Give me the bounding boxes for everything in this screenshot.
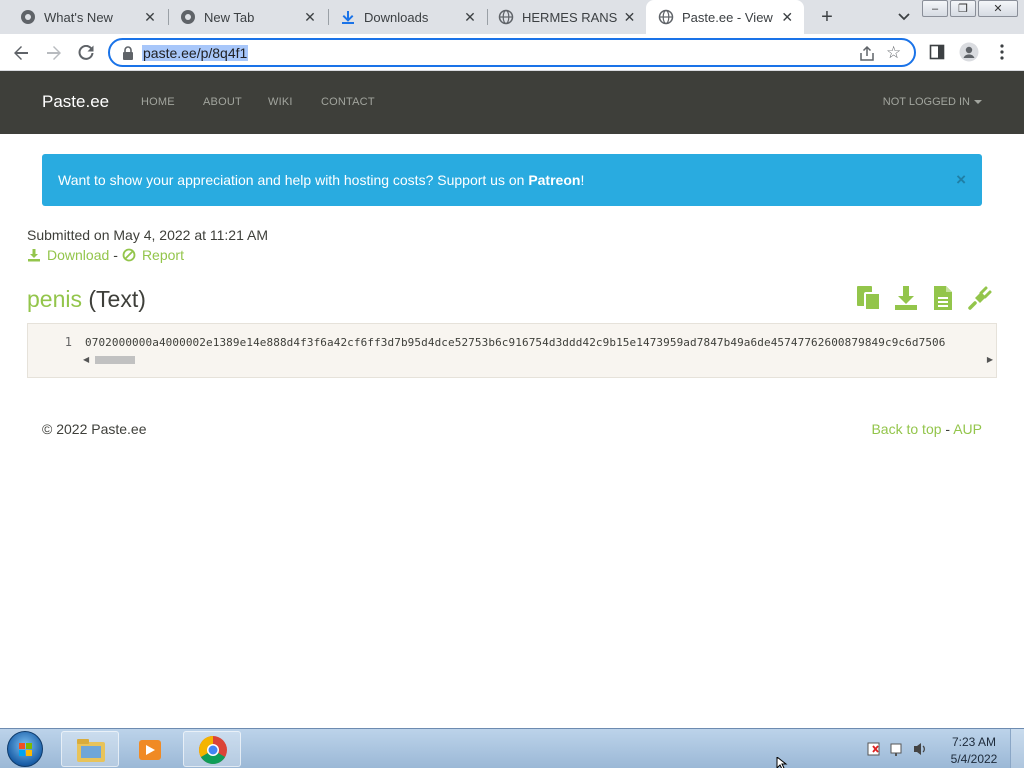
brand-logo[interactable]: Paste.ee — [42, 92, 109, 112]
new-tab-button[interactable]: + — [815, 5, 839, 29]
globe-icon — [498, 9, 514, 25]
download-icon — [340, 9, 356, 25]
clock-date: 5/4/2022 — [950, 752, 998, 766]
mouse-cursor-icon — [776, 757, 788, 768]
window-controls: – ❐ ✕ — [920, 0, 1018, 17]
star-icon[interactable]: ☆ — [886, 43, 904, 62]
forward-button[interactable] — [41, 40, 67, 66]
back-to-top-link[interactable]: Back to top — [871, 421, 941, 437]
tab-downloads[interactable]: Downloads ✕ — [320, 0, 488, 34]
aup-link[interactable]: AUP — [953, 421, 982, 437]
user-menu-label: NOT LOGGED IN — [882, 96, 970, 108]
nav-contact[interactable]: CONTACT — [321, 96, 375, 108]
chrome-icon — [20, 9, 36, 25]
share-icon[interactable] — [858, 45, 876, 63]
taskbar-chrome[interactable] — [183, 731, 241, 767]
patreon-alert: Want to show your appreciation and help … — [42, 154, 982, 206]
show-desktop-button[interactable] — [1010, 729, 1024, 768]
paste-tools — [846, 284, 994, 312]
alert-text: Want to show your appreciation and help … — [58, 172, 529, 188]
back-button[interactable] — [8, 40, 34, 66]
site-navbar: Paste.ee HOME ABOUT WIKI CONTACT NOT LOG… — [0, 71, 1024, 134]
chrome-icon — [199, 736, 227, 764]
caret-down-icon — [974, 100, 982, 105]
close-icon[interactable]: ✕ — [780, 9, 794, 25]
separator: - — [113, 247, 118, 263]
clock-time: 7:23 AM — [951, 735, 997, 749]
tab-title: Paste.ee - View pa — [682, 9, 774, 25]
nav-wiki[interactable]: WIKI — [268, 96, 293, 108]
scrollbar-thumb[interactable] — [95, 356, 135, 364]
lock-icon[interactable] — [122, 46, 134, 60]
close-icon[interactable]: ✕ — [302, 9, 318, 25]
side-panel-icon[interactable] — [927, 42, 947, 62]
taskbar-explorer[interactable] — [61, 731, 119, 767]
paste-title: penis (Text) — [27, 286, 146, 313]
address-bar[interactable]: paste.ee/p/8q4f1 ☆ — [108, 38, 916, 67]
tab-new-tab[interactable]: New Tab ✕ — [160, 0, 328, 34]
tab-title: New Tab — [204, 9, 255, 25]
plug-icon[interactable] — [966, 284, 994, 312]
tab-title: HERMES RANSOM — [522, 9, 617, 25]
system-tray — [864, 729, 936, 768]
folder-icon — [77, 739, 105, 762]
nav-home[interactable]: HOME — [141, 96, 175, 108]
windows-logo-icon — [19, 743, 32, 756]
action-center-icon[interactable] — [867, 742, 880, 756]
tab-title: Downloads — [364, 9, 429, 25]
network-icon[interactable] — [890, 743, 902, 756]
tab-hermes-ransom[interactable]: HERMES RANSOM ✕ — [478, 0, 646, 34]
globe-icon — [658, 9, 674, 25]
download-link[interactable]: Download — [47, 247, 109, 263]
restore-button[interactable]: ❐ — [950, 0, 976, 17]
profile-icon[interactable] — [959, 42, 979, 62]
volume-icon[interactable] — [914, 743, 925, 755]
ban-icon — [122, 248, 136, 262]
close-icon[interactable]: ✕ — [623, 9, 636, 25]
browser-toolbar: paste.ee/p/8q4f1 ☆ — [0, 34, 1024, 71]
footer-links: Back to top - AUP — [871, 421, 982, 437]
chrome-icon — [180, 9, 196, 25]
chevron-down-icon[interactable] — [893, 6, 915, 28]
close-window-button[interactable]: ✕ — [978, 0, 1018, 17]
scroll-right-icon[interactable]: ▶ — [987, 355, 993, 364]
close-icon[interactable]: ✕ — [142, 9, 158, 25]
nav-about[interactable]: ABOUT — [203, 96, 242, 108]
alert-text-end: ! — [580, 172, 585, 188]
download-icon[interactable] — [892, 284, 920, 312]
file-text-icon[interactable] — [929, 284, 957, 312]
submitted-date: Submitted on May 4, 2022 at 11:21 AM — [27, 227, 269, 243]
alert-message: Want to show your appreciation and help … — [58, 172, 584, 188]
paste-name: penis — [27, 286, 82, 312]
copy-icon[interactable] — [855, 284, 883, 312]
code-line[interactable]: 0702000000a4000002e1389e14e888d4f3f6a42c… — [85, 336, 946, 349]
paste-language: (Text) — [88, 286, 146, 312]
tab-paste-ee[interactable]: Paste.ee - View pa ✕ — [646, 0, 804, 34]
minimize-button[interactable]: – — [922, 0, 948, 17]
alert-close-button[interactable]: × — [956, 170, 966, 190]
code-block: 1 0702000000a4000002e1389e14e888d4f3f6a4… — [27, 323, 997, 378]
media-player-icon — [139, 740, 161, 760]
close-icon[interactable]: ✕ — [462, 9, 478, 25]
tab-whats-new[interactable]: What's New ✕ — [0, 0, 168, 34]
paste-actions: Download - Report — [27, 247, 184, 263]
start-button[interactable] — [7, 731, 43, 767]
line-number: 1 — [64, 335, 72, 349]
patreon-link[interactable]: Patreon — [528, 172, 580, 188]
url-text[interactable]: paste.ee/p/8q4f1 — [142, 45, 249, 61]
browser-tab-strip: What's New ✕ New Tab ✕ Downloads ✕ HERME… — [0, 0, 1024, 34]
horizontal-scrollbar[interactable]: ◀ ▶ — [80, 353, 996, 367]
tab-title: What's New — [44, 9, 113, 25]
reload-button[interactable] — [73, 40, 99, 66]
menu-icon[interactable] — [992, 42, 1012, 62]
user-menu-dropdown[interactable]: NOT LOGGED IN — [883, 96, 982, 108]
taskbar-media-player[interactable] — [120, 731, 178, 767]
scroll-left-icon[interactable]: ◀ — [83, 355, 89, 364]
separator: - — [945, 421, 951, 437]
windows-taskbar: 7:23 AM 5/4/2022 — [0, 728, 1024, 768]
system-clock[interactable]: 7:23 AM 5/4/2022 — [944, 734, 1004, 768]
report-link[interactable]: Report — [142, 247, 184, 263]
copyright: © 2022 Paste.ee — [42, 421, 147, 437]
download-icon — [27, 248, 41, 262]
